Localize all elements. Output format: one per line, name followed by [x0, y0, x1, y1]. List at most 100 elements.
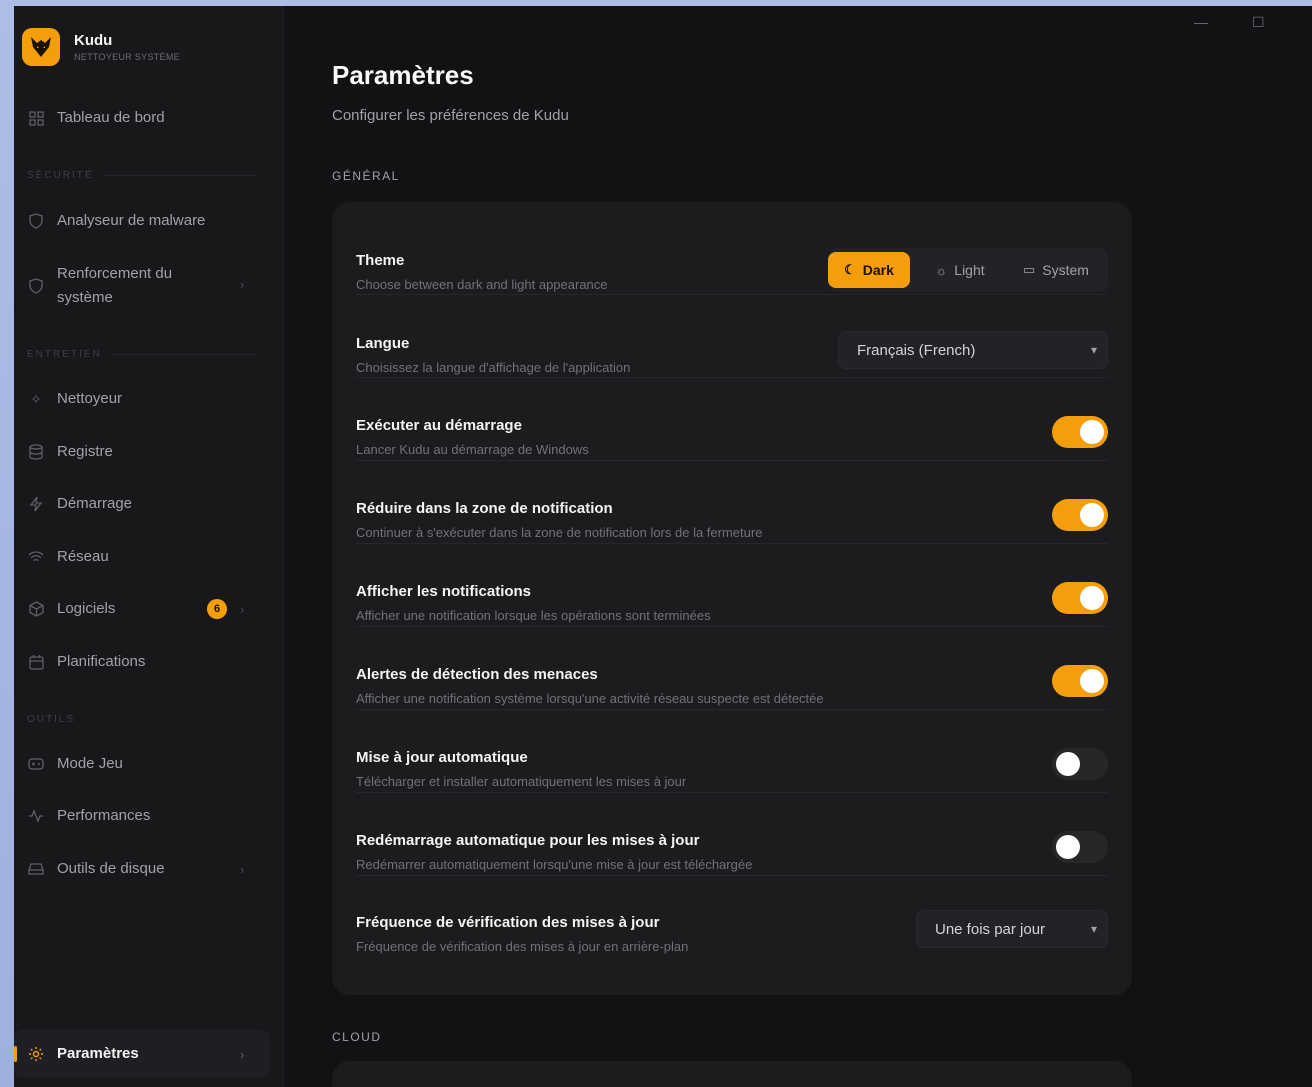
database-icon	[27, 443, 45, 461]
setting-row-minimize-to-tray: Réduire dans la zone de notification Con…	[356, 461, 1108, 544]
toggle-minimize-to-tray[interactable]	[1052, 499, 1108, 531]
group-label-cloud: CLOUD	[332, 1030, 382, 1044]
setting-desc: Afficher une notification système lorsqu…	[356, 691, 824, 706]
setting-title: Mise à jour automatique	[356, 749, 528, 766]
brand: Kudu NETTOYEUR SYSTÈME	[22, 28, 180, 66]
sidebar-item-label-line2: système	[57, 289, 113, 306]
app-name: Kudu	[74, 32, 113, 49]
activity-icon	[27, 807, 45, 825]
select-value: Français (French)	[857, 341, 976, 359]
sidebar-item-label: Tableau de bord	[57, 109, 165, 126]
app-subtitle: NETTOYEUR SYSTÈME	[74, 52, 180, 62]
setting-title: Exécuter au démarrage	[356, 417, 522, 434]
setting-row-language: Langue Choisissez la langue d'affichage …	[356, 295, 1108, 378]
setting-desc: Télécharger et installer automatiquement…	[356, 774, 687, 789]
toggle-auto-update[interactable]	[1052, 748, 1108, 780]
settings-card-general: Theme Choose between dark and light appe…	[332, 202, 1132, 995]
main-content: Paramètres Configurer les préférences de…	[284, 6, 1312, 1087]
setting-desc: Continuer à s'exécuter dans la zone de n…	[356, 525, 763, 540]
software-count-badge: 6	[207, 599, 227, 619]
sidebar-item-performance[interactable]: Performances	[14, 804, 270, 828]
sidebar-item-startup[interactable]: Démarrage	[14, 492, 270, 516]
setting-row-theme: Theme Choose between dark and light appe…	[356, 202, 1108, 295]
sidebar-item-dashboard[interactable]: Tableau de bord	[14, 106, 270, 130]
group-label-general: GÉNÉRAL	[332, 169, 400, 183]
wifi-icon	[27, 548, 45, 566]
setting-title: Afficher les notifications	[356, 583, 532, 600]
sun-icon: ☼	[935, 262, 948, 278]
sidebar-item-malware[interactable]: Analyseur de malware	[14, 209, 270, 233]
select-value: Une fois par jour	[935, 920, 1046, 938]
settings-card-cloud	[332, 1061, 1132, 1087]
shield-icon	[27, 212, 45, 230]
setting-desc: Afficher une notification lorsque les op…	[356, 608, 711, 623]
setting-row-update-frequency: Fréquence de vérification des mises à jo…	[356, 876, 1108, 976]
update-frequency-select[interactable]: Une fois par jour ▾	[916, 910, 1108, 948]
sidebar-item-cleaner[interactable]: ✧ Nettoyeur	[14, 387, 270, 411]
sparkles-icon: ✧	[30, 390, 42, 407]
setting-title: Theme	[356, 252, 405, 269]
setting-title: Redémarrage automatique pour les mises à…	[356, 832, 700, 849]
page-subtitle: Configurer les préférences de Kudu	[332, 107, 569, 124]
toggle-show-notifications[interactable]	[1052, 582, 1108, 614]
section-security: SÉCURITÉ	[27, 170, 257, 181]
setting-row-threat-alerts: Alertes de détection des menaces Affiche…	[356, 627, 1108, 710]
page-title: Paramètres	[332, 60, 474, 90]
gear-icon	[27, 1045, 45, 1063]
sidebar-item-label: Analyseur de malware	[57, 212, 206, 229]
gamepad-icon	[27, 755, 45, 773]
grid-icon	[27, 109, 45, 127]
lightning-icon	[27, 495, 45, 513]
theme-option-light[interactable]: ☼ Light	[918, 252, 1002, 288]
calendar-icon	[27, 653, 45, 671]
sidebar-item-game-mode[interactable]: Mode Jeu	[14, 752, 270, 776]
shield-outline-icon	[27, 277, 45, 295]
section-tools: OUTILS	[27, 714, 257, 725]
package-icon	[27, 600, 45, 618]
sidebar-item-label: Mode Jeu	[57, 755, 123, 772]
sidebar-item-network[interactable]: Réseau	[14, 545, 270, 569]
toggle-run-at-startup[interactable]	[1052, 416, 1108, 448]
sidebar-item-label: Renforcement du	[57, 265, 173, 282]
toggle-threat-alerts[interactable]	[1052, 665, 1108, 697]
section-label: SÉCURITÉ	[27, 170, 94, 181]
sidebar-item-label: Logiciels	[57, 600, 116, 617]
setting-desc: Fréquence de vérification des mises à jo…	[356, 939, 689, 954]
sidebar-item-label: Démarrage	[57, 495, 133, 512]
sidebar-item-label: Registre	[57, 443, 113, 460]
theme-option-dark[interactable]: ☾ Dark	[828, 252, 910, 288]
sidebar-item-disk-tools[interactable]: Outils de disque ›	[14, 857, 270, 881]
language-select[interactable]: Français (French) ▾	[838, 331, 1108, 369]
theme-segmented-control: ☾ Dark ☼ Light ▭ System	[828, 248, 1108, 292]
setting-desc: Choose between dark and light appearance	[356, 277, 608, 292]
toggle-auto-restart[interactable]	[1052, 831, 1108, 863]
chevron-down-icon: ▾	[1090, 343, 1097, 357]
setting-title: Alertes de détection des menaces	[356, 666, 598, 683]
option-label: Dark	[862, 262, 894, 278]
sidebar-item-schedules[interactable]: Planifications	[14, 650, 270, 674]
option-label: Light	[954, 262, 985, 278]
chevron-down-icon: ▾	[1090, 922, 1097, 936]
sidebar: Kudu NETTOYEUR SYSTÈME Tableau de bord S…	[14, 6, 284, 1087]
chevron-right-icon: ›	[240, 601, 245, 617]
fox-logo-icon	[22, 28, 60, 66]
setting-row-auto-update: Mise à jour automatique Télécharger et i…	[356, 710, 1108, 793]
setting-desc: Redémarrer automatiquement lorsqu'une mi…	[356, 857, 753, 872]
setting-desc: Choisissez la langue d'affichage de l'ap…	[356, 360, 631, 375]
theme-option-system[interactable]: ▭ System	[1008, 252, 1104, 288]
chevron-right-icon: ›	[240, 277, 245, 292]
sidebar-item-label: Réseau	[57, 548, 109, 565]
sidebar-item-registry[interactable]: Registre	[14, 440, 270, 464]
hard-drive-icon	[27, 860, 45, 878]
sidebar-item-hardening[interactable]: Renforcement du système ›	[14, 262, 270, 310]
sidebar-item-label: Performances	[57, 807, 151, 824]
setting-desc: Lancer Kudu au démarrage de Windows	[356, 442, 589, 457]
sidebar-item-settings[interactable]: Paramètres ›	[14, 1042, 270, 1066]
sidebar-item-label: Nettoyeur	[57, 390, 123, 407]
sidebar-item-software[interactable]: Logiciels 6 ›	[14, 597, 270, 621]
monitor-icon: ▭	[1023, 262, 1036, 277]
setting-title: Fréquence de vérification des mises à jo…	[356, 914, 660, 931]
section-label: OUTILS	[27, 714, 76, 725]
app-window: Kudu NETTOYEUR SYSTÈME Tableau de bord S…	[14, 6, 1312, 1087]
chevron-right-icon: ›	[240, 1046, 245, 1062]
